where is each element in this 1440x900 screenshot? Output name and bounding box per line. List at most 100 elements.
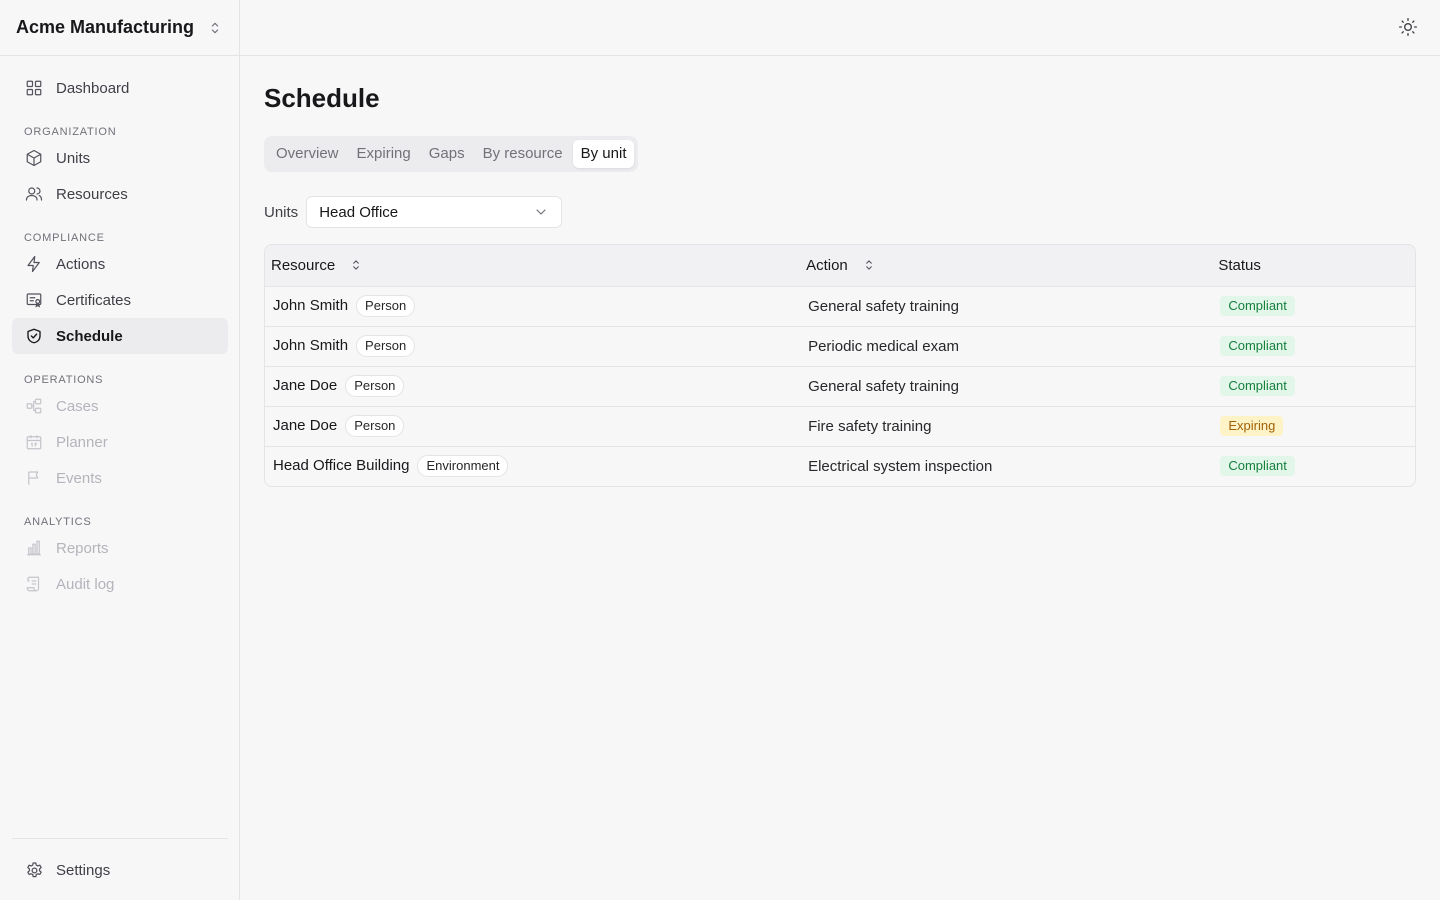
sidebar-item-dashboard[interactable]: Dashboard: [12, 70, 228, 106]
resource-type-badge: Person: [356, 295, 416, 317]
resource-cell: Jane Doe Person: [265, 366, 801, 407]
status-badge: Compliant: [1220, 336, 1295, 356]
scroll-icon: [24, 574, 44, 594]
column-header-resource[interactable]: Resource: [265, 245, 801, 287]
units-select[interactable]: Head Office: [306, 196, 563, 228]
tab-overview[interactable]: Overview: [268, 140, 347, 168]
sidebar-item-certificates[interactable]: Certificates: [12, 282, 228, 318]
action-cell: Electrical system inspection: [808, 457, 993, 475]
sidebar-item-schedule[interactable]: Schedule: [12, 318, 228, 354]
lightning-icon: [24, 254, 44, 274]
action-cell: General safety training: [800, 286, 1213, 327]
shield-check-icon: [24, 326, 44, 346]
resource-name: Head Office Building: [273, 457, 410, 475]
column-header-label: Status: [1218, 256, 1261, 274]
resource-name: John Smith: [273, 297, 349, 314]
chevrons-up-down-icon: [211, 22, 219, 33]
status-cell: Compliant: [1212, 366, 1415, 407]
sidebar-item-label: Audit log: [56, 575, 115, 593]
org-name: Acme Manufacturing: [16, 17, 195, 37]
section-organization: ORGANIZATION: [24, 126, 117, 138]
sort-icon: [865, 260, 872, 270]
resource-name: Jane Doe: [273, 417, 338, 434]
resource-name: John Smith: [273, 337, 349, 354]
sidebar-item-label: Events: [56, 469, 102, 487]
sidebar-item-audit-log: Audit log: [12, 566, 228, 602]
schedule-table: Resource Action Status John Smith Person…: [264, 244, 1416, 487]
resource-type-badge: Person: [345, 415, 405, 437]
status-cell: Compliant: [1212, 286, 1415, 327]
sidebar-item-label: Reports: [56, 539, 109, 557]
sidebar-item-label: Resources: [56, 185, 128, 203]
column-header-label: Resource: [271, 256, 336, 274]
workflow-icon: [24, 396, 44, 416]
gear-icon: [24, 860, 44, 880]
status-cell: Compliant: [1212, 326, 1415, 367]
tab-gaps[interactable]: Gaps: [421, 140, 473, 168]
sidebar-item-label: Actions: [56, 255, 106, 273]
column-header-action[interactable]: Action: [800, 245, 1213, 287]
dashboard-icon: [24, 78, 44, 98]
units-select-value: Head Office: [319, 203, 399, 221]
sidebar-item-settings[interactable]: Settings: [12, 852, 228, 888]
sidebar-item-cases: Cases: [12, 388, 228, 424]
sidebar-nav: Dashboard ORGANIZATION Units Resources C…: [12, 70, 228, 602]
resource-cell: Head Office Building Environment: [265, 446, 800, 486]
cube-icon: [24, 148, 44, 168]
status-cell: Compliant: [1212, 446, 1415, 486]
sidebar-item-label: Certificates: [56, 291, 132, 309]
main-content: Schedule Overview Expiring Gaps By resou…: [264, 56, 1416, 487]
resource-cell: John Smith Person: [265, 326, 801, 367]
resource-type-badge: Environment: [417, 455, 509, 478]
sidebar-item-label: Schedule: [56, 327, 123, 345]
sidebar-item-label: Dashboard: [56, 79, 130, 97]
calendar-icon: [24, 432, 44, 452]
users-icon: [24, 184, 44, 204]
sidebar-item-resources[interactable]: Resources: [12, 176, 228, 212]
sidebar-item-actions[interactable]: Actions: [12, 246, 228, 282]
table-row[interactable]: Jane Doe Person Fire safety training Expi…: [265, 406, 1415, 447]
table-row[interactable]: Head Office Building Environment Electric…: [265, 446, 1415, 486]
page-title: Schedule: [264, 83, 380, 113]
sidebar-item-reports: Reports: [12, 530, 228, 566]
section-operations: OPERATIONS: [24, 374, 104, 386]
sidebar-item-label: Settings: [56, 861, 111, 879]
bar-chart-icon: [24, 538, 44, 558]
units-filter-label: Units: [264, 203, 299, 221]
action-cell: Periodic medical exam: [800, 326, 1213, 367]
org-switcher[interactable]: Acme Manufacturing: [0, 0, 239, 56]
chevron-down-icon: [536, 209, 546, 215]
flag-icon: [24, 468, 44, 488]
tab-by-unit[interactable]: By unit: [572, 140, 635, 168]
resource-type-badge: Person: [345, 375, 405, 397]
sun-icon[interactable]: [1398, 17, 1418, 37]
tab-expiring[interactable]: Expiring: [349, 140, 419, 168]
sort-icon: [353, 260, 360, 270]
resource-type-badge: Person: [356, 335, 416, 357]
action-cell: General safety training: [800, 366, 1213, 407]
sidebar-item-planner: Planner: [12, 424, 228, 460]
section-analytics: ANALYTICS: [24, 516, 92, 528]
sidebar-footer: Settings: [12, 838, 228, 900]
sidebar-item-events: Events: [12, 460, 228, 496]
certificate-icon: [24, 290, 44, 310]
table-row[interactable]: Jane Doe Person General safety training C…: [265, 366, 1415, 407]
table-row[interactable]: John Smith Person Periodic medical exam C…: [265, 326, 1415, 367]
sidebar-item-label: Planner: [56, 433, 108, 451]
app: Acme Manufacturing Dashboard ORGANIZATIO…: [0, 0, 1440, 900]
table-row[interactable]: John Smith Person General safety training…: [265, 286, 1415, 327]
topbar: [240, 0, 1440, 56]
column-header-label: Action: [806, 256, 848, 274]
column-header-status: Status: [1212, 245, 1415, 287]
status-cell: Expiring: [1212, 406, 1415, 447]
tab-by-resource[interactable]: By resource: [475, 140, 571, 168]
resource-cell: Jane Doe Person: [265, 406, 801, 447]
sidebar: Acme Manufacturing Dashboard ORGANIZATIO…: [0, 0, 240, 900]
sidebar-item-units[interactable]: Units: [12, 140, 228, 176]
table-header-row: Resource Action Status: [265, 245, 1415, 287]
resource-cell: John Smith Person: [265, 286, 801, 327]
status-badge: Compliant: [1220, 456, 1295, 477]
sidebar-item-label: Cases: [56, 397, 99, 415]
action-cell: Fire safety training: [800, 406, 1213, 447]
status-badge: Compliant: [1220, 296, 1295, 316]
